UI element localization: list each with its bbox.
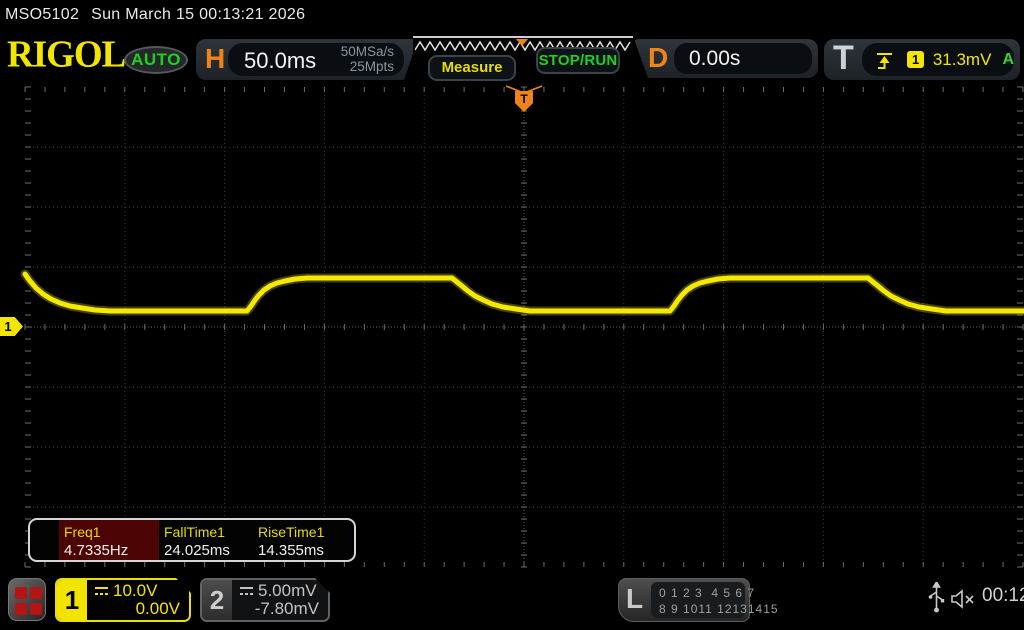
channel2-badge[interactable]: 2 5.00mV -7.80mV: [200, 578, 330, 622]
rigol-logo: RIGOL: [7, 33, 129, 74]
logic-channels: 0 1 2 3 4 5 6 78 9 1011 12131415: [651, 582, 745, 618]
logic-analyzer-badge[interactable]: L 0 1 2 3 4 5 6 78 9 1011 12131415: [618, 578, 750, 622]
trigger-sweep-mode: A: [1002, 51, 1014, 69]
horizontal-label: H: [205, 43, 225, 75]
trigger-box[interactable]: T 1 31.3mV A: [824, 39, 1020, 80]
usb-icon: [928, 582, 945, 616]
red-square-icon: [15, 603, 27, 615]
preview-trigger-marker-icon[interactable]: [516, 39, 528, 46]
trigger-label: T: [833, 39, 854, 78]
delay-box[interactable]: D 0.00s: [634, 39, 818, 78]
logic-row1: 0 1 2 3 4 5 6 7: [659, 586, 755, 600]
bottom-bar: 1 10.0V 0.00V 2: [0, 570, 1024, 630]
horizontal-timebase-box[interactable]: H 50.0ms 50MSa/s 25Mpts: [196, 39, 418, 80]
model-name: MSO5102: [5, 6, 79, 23]
sample-rate-memory: 50MSa/s 25Mpts: [341, 45, 394, 74]
memory-depth: 25Mpts: [341, 60, 394, 75]
rising-edge-icon: [876, 50, 893, 70]
delay-display: 0.00s: [674, 43, 812, 74]
timebase-value: 50.0ms: [244, 48, 316, 74]
logic-label: L: [626, 583, 643, 615]
sample-rate: 50MSa/s: [341, 45, 394, 60]
measurement-label: RiseTime1: [258, 524, 324, 540]
red-square-icon: [30, 587, 42, 599]
delay-label: D: [648, 42, 668, 74]
channel-menu-button[interactable]: [8, 578, 46, 621]
datetime: Sun March 15 00:13:21 2026: [91, 6, 305, 23]
logic-row2: 8 9 1011 12131415: [659, 602, 779, 616]
delay-value: 0.00s: [689, 47, 740, 71]
red-square-icon: [15, 587, 27, 599]
measurement-label: Freq1: [64, 524, 101, 540]
dc-coupling-icon: [94, 586, 109, 597]
dc-coupling-icon: [239, 586, 254, 597]
measurement-value: 24.025ms: [164, 542, 230, 559]
trigger-source-badge: 1: [907, 51, 923, 68]
channel1-scale: 10.0V: [94, 581, 157, 601]
channel1-values: 10.0V 0.00V: [87, 580, 189, 620]
trigger-level-value: 31.3mV: [933, 50, 992, 70]
timebase-display: 50.0ms 50MSa/s 25Mpts: [228, 43, 404, 76]
measurement-label: FallTime1: [164, 524, 225, 540]
stop-run-button[interactable]: STOP/RUN: [536, 47, 620, 74]
status-bar: MSO5102 Sun March 15 00:13:21 2026: [0, 0, 1024, 30]
oscilloscope-screen: MSO5102 Sun March 15 00:13:21 2026 RIGOL …: [0, 0, 1024, 630]
measurement-value: 4.7335Hz: [64, 542, 128, 559]
channel1-scale-value: 10.0V: [113, 581, 157, 601]
acquisition-mode-badge[interactable]: AUTO: [124, 46, 188, 74]
channel2-values: 5.00mV -7.80mV: [232, 580, 328, 620]
channel1-badge[interactable]: 1 10.0V 0.00V: [55, 578, 191, 622]
graticule-and-trace: [0, 85, 1024, 568]
measurement-value: 14.355ms: [258, 542, 324, 559]
channel1-number[interactable]: 1: [57, 580, 87, 620]
channel1-offset: 0.00V: [136, 599, 180, 619]
waveform-display-area[interactable]: T 1 Freq1 4.7335Hz FallTime1 24.025ms Ri…: [0, 85, 1024, 568]
channel2-number[interactable]: 2: [202, 580, 232, 620]
red-square-icon: [30, 603, 42, 615]
measure-button[interactable]: Measure: [428, 55, 516, 81]
system-clock: 00:12: [982, 585, 1024, 607]
channel2-scale-value: 5.00mV: [258, 581, 317, 601]
speaker-muted-icon[interactable]: [950, 587, 978, 611]
measurement-panel[interactable]: Freq1 4.7335Hz FallTime1 24.025ms RiseTi…: [28, 518, 356, 562]
channel2-scale: 5.00mV: [239, 581, 317, 601]
trigger-display: 1 31.3mV A: [862, 43, 1014, 76]
channel2-offset: -7.80mV: [255, 599, 319, 619]
header-bar: RIGOL AUTO H 50.0ms 50MSa/s 25Mpts Measu…: [0, 30, 1024, 85]
